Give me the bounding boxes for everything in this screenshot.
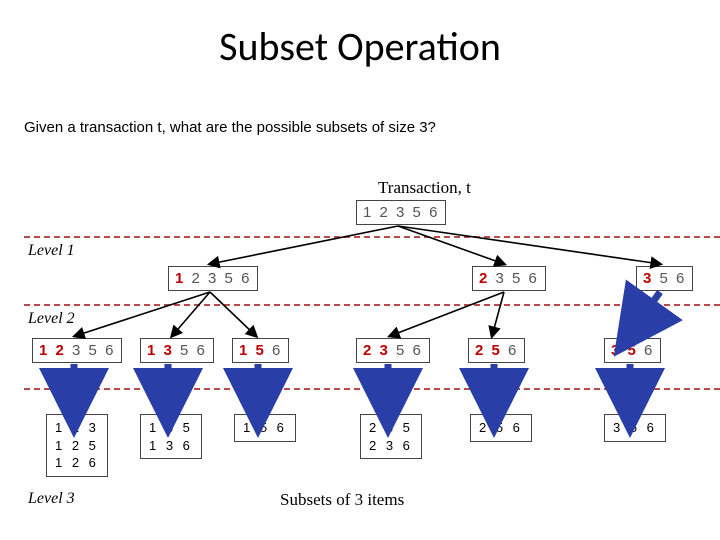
- level3-leaf: 1 3 51 3 6: [140, 414, 202, 459]
- prompt-text: Given a transaction t, what are the poss…: [24, 118, 436, 138]
- level2-node: 1 5 6: [232, 338, 289, 363]
- level2-label: Level 2: [28, 310, 75, 328]
- level2-node: 1 2 3 5 6: [32, 338, 122, 363]
- level1-label: Level 1: [28, 242, 75, 260]
- level2-node: 2 3 5 6: [356, 338, 430, 363]
- divider-level3: [24, 388, 720, 390]
- level1-node: 3 5 6: [636, 266, 693, 291]
- level3-leaf: 1 2 31 2 51 2 6: [46, 414, 108, 477]
- root-node: 1 2 3 5 6: [356, 200, 446, 225]
- level3-leaf: 2 5 6: [470, 414, 532, 442]
- divider-level2: [24, 304, 720, 306]
- level2-node: 3 5 6: [604, 338, 661, 363]
- level3-leaf: 2 3 52 3 6: [360, 414, 422, 459]
- level2-node: 1 3 5 6: [140, 338, 214, 363]
- level1-node: 2 3 5 6: [472, 266, 546, 291]
- page-title: Subset Operation: [0, 22, 720, 71]
- level2-node: 2 5 6: [468, 338, 525, 363]
- level1-node: 1 2 3 5 6: [168, 266, 258, 291]
- divider-level1: [24, 236, 720, 238]
- subsets-caption: Subsets of 3 items: [280, 490, 404, 510]
- level3-leaf: 3 5 6: [604, 414, 666, 442]
- level3-leaf: 1 5 6: [234, 414, 296, 442]
- level3-label: Level 3: [28, 490, 75, 508]
- transaction-label: Transaction, t: [378, 178, 471, 198]
